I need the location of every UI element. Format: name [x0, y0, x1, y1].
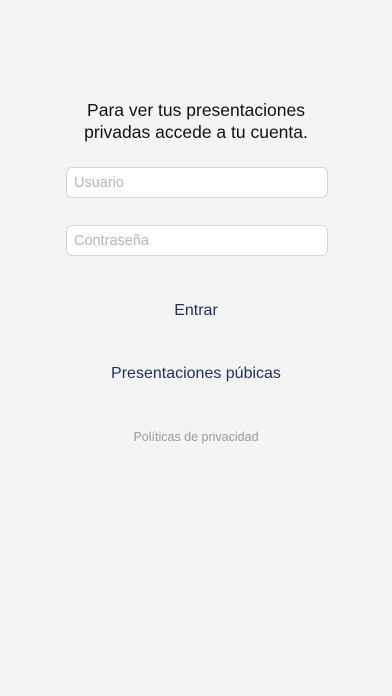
- login-prompt-line-2: privadas accede a tu cuenta.: [84, 122, 308, 142]
- login-prompt-heading: Para ver tus presentaciones privadas acc…: [0, 99, 392, 143]
- public-presentations-link[interactable]: Presentaciones púbicas: [0, 363, 392, 385]
- username-input[interactable]: [66, 167, 328, 198]
- privacy-policy-link[interactable]: Políticas de privacidad: [0, 429, 392, 445]
- login-screen: Para ver tus presentaciones privadas acc…: [0, 0, 392, 696]
- login-button[interactable]: Entrar: [0, 300, 392, 322]
- password-input[interactable]: [66, 225, 328, 256]
- login-prompt-line-1: Para ver tus presentaciones: [87, 100, 305, 120]
